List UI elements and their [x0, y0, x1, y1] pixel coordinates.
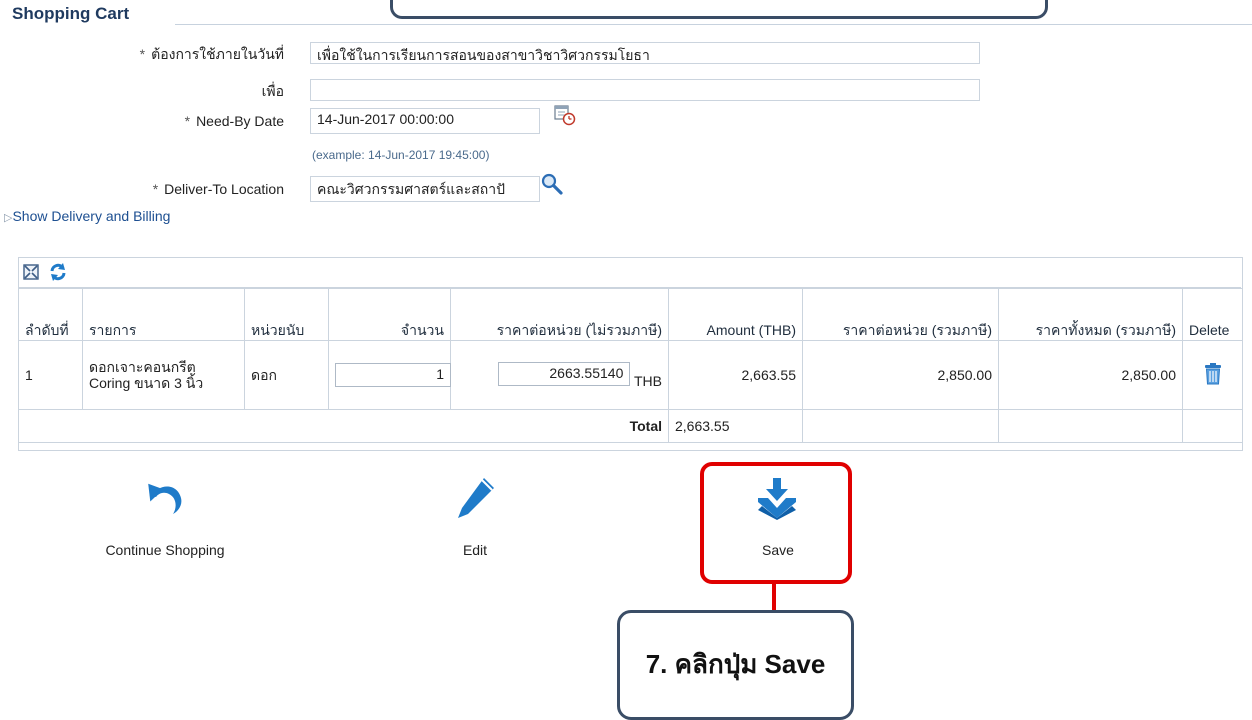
row-amount: 2,663.55: [668, 340, 803, 410]
title-divider: [175, 24, 1252, 25]
search-icon[interactable]: [540, 172, 564, 201]
instruction-text: 7. คลิกปุ่ม Save: [645, 649, 826, 679]
continue-shopping-label: Continue Shopping: [105, 542, 225, 558]
col-seq: ลำดับที่: [18, 288, 83, 341]
table-toolbar: [18, 257, 1241, 288]
row-unit: ดอก: [244, 340, 329, 410]
col-delete: Delete: [1182, 288, 1243, 341]
col-total-inc: ราคาทั้งหมด (รวมภาษี): [998, 288, 1183, 341]
quantity-input[interactable]: 1: [335, 363, 451, 387]
cart-table: ลำดับที่ รายการ หน่วยนับ จำนวน ราคาต่อหน…: [18, 288, 1243, 443]
edit-label: Edit: [462, 542, 488, 558]
for-label: เพื่อ: [261, 83, 284, 99]
trash-icon[interactable]: [1204, 362, 1222, 388]
justification-field[interactable]: เพื่อใช้ในการเรียนการสอนของสาขาวิชาวิศวก…: [310, 42, 980, 64]
row-seq: 1: [18, 340, 83, 410]
detach-table-icon[interactable]: [22, 263, 40, 286]
total-label: Total: [18, 409, 669, 443]
edit-button[interactable]: Edit: [430, 468, 520, 578]
row-item: ดอกเจาะคอนกรีต Coring ขนาด 3 นิ้ว: [82, 340, 245, 410]
currency-code: THB: [634, 372, 662, 389]
page-title: Shopping Cart: [12, 4, 130, 23]
deliver-to-label: * Deliver-To Location: [152, 181, 284, 197]
table-row: 1 ดอกเจาะคอนกรีต Coring ขนาด 3 นิ้ว ดอก …: [18, 340, 1243, 410]
date-format-hint: (example: 14-Jun-2017 19:45:00): [312, 148, 490, 162]
col-unit-price-inc: ราคาต่อหน่วย (รวมภาษี): [802, 288, 999, 341]
row-total-inc: 2,850.00: [998, 340, 1183, 410]
show-delivery-billing-link[interactable]: ▷Show Delivery and Billing: [4, 208, 170, 224]
undo-icon: [143, 476, 187, 521]
refresh-icon[interactable]: [48, 262, 68, 287]
col-amount: Amount (THB): [668, 288, 803, 341]
pencil-icon: [454, 474, 498, 527]
save-highlight-box: [700, 462, 852, 584]
for-field[interactable]: [310, 79, 980, 101]
top-callout-box: [390, 0, 1048, 19]
total-row: Total 2,663.55: [18, 409, 1243, 443]
justification-label: * ต้องการใช้ภายในวันที่: [139, 46, 284, 62]
col-unit-price-ex: ราคาต่อหน่วย (ไม่รวมภาษี): [450, 288, 669, 341]
col-unit: หน่วยนับ: [244, 288, 329, 341]
callout-connector: [772, 584, 776, 612]
need-by-date-label: * Need-By Date: [184, 113, 284, 129]
col-item: รายการ: [82, 288, 245, 341]
deliver-to-field[interactable]: คณะวิศวกรรมศาสตร์และสถาปั: [310, 176, 540, 202]
continue-shopping-button[interactable]: Continue Shopping: [80, 468, 250, 578]
unit-price-input[interactable]: 2663.55140: [498, 361, 631, 386]
total-amount: 2,663.55: [668, 409, 803, 443]
calendar-icon[interactable]: [554, 104, 576, 131]
col-qty: จำนวน: [328, 288, 451, 341]
row-unit-price-inc: 2,850.00: [802, 340, 999, 410]
need-by-date-field[interactable]: 14-Jun-2017 00:00:00: [310, 108, 540, 134]
